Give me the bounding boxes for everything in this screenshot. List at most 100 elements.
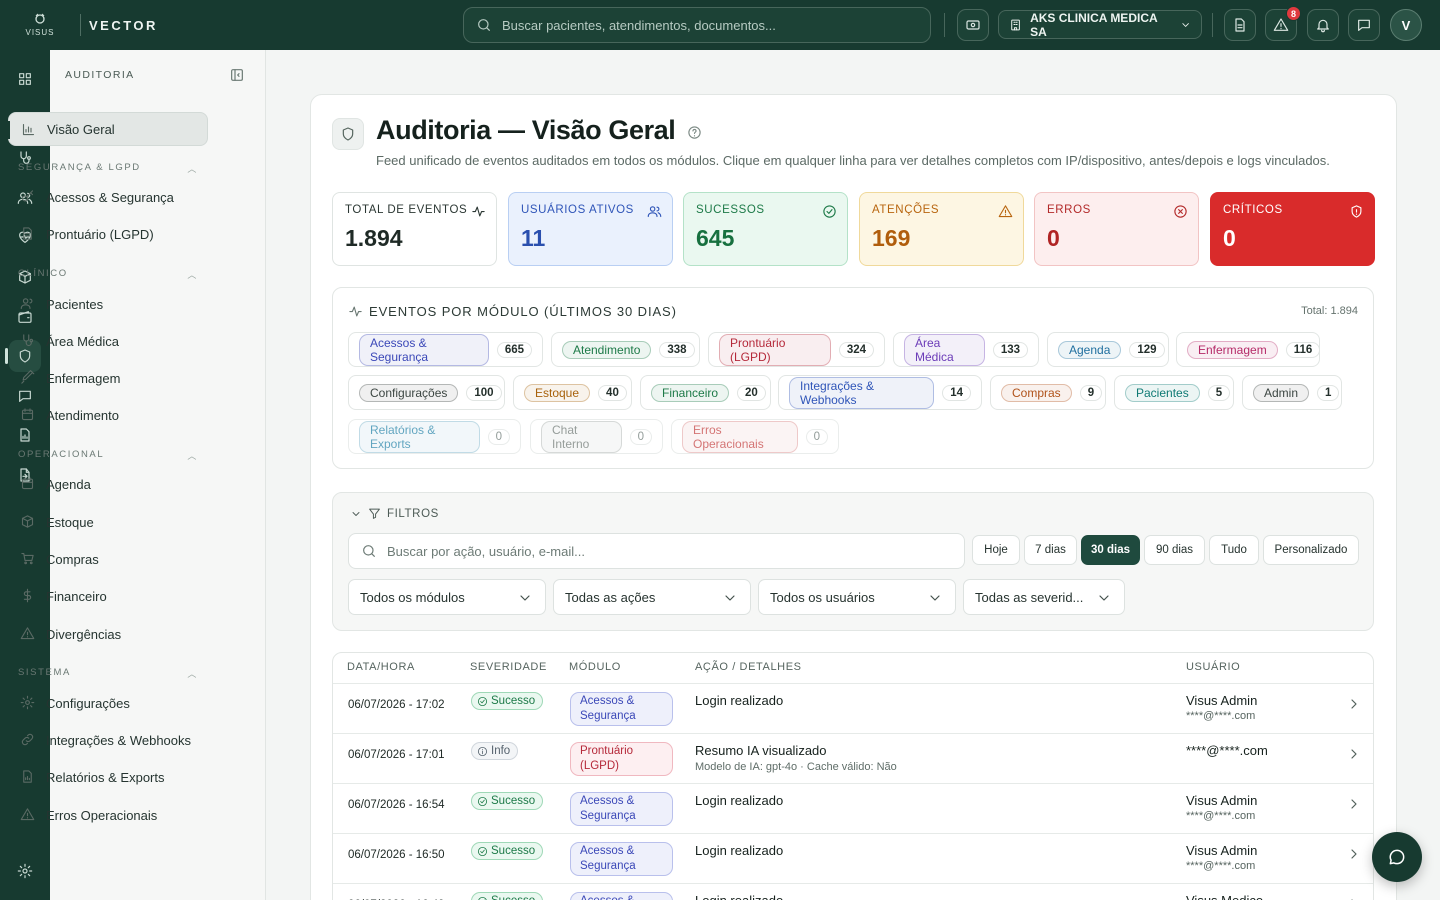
rail-dashboard[interactable] bbox=[9, 63, 41, 95]
module-chip[interactable]: Configurações 100 bbox=[348, 375, 505, 410]
sidebar-item-label: Área Médica bbox=[46, 333, 119, 349]
rail-settings[interactable] bbox=[9, 855, 41, 887]
dollar-icon bbox=[23, 588, 32, 603]
chevron-right-icon[interactable] bbox=[1346, 896, 1362, 900]
chevron-right-icon[interactable] bbox=[1346, 846, 1362, 862]
global-search[interactable] bbox=[463, 7, 931, 43]
module-chip[interactable]: Pacientes 5 bbox=[1114, 375, 1234, 410]
period-90-dias[interactable]: 90 dias bbox=[1144, 535, 1205, 565]
chevron-right-icon[interactable] bbox=[1346, 796, 1362, 812]
table-row[interactable]: 06/07/2026 - 16:54 Sucesso Acessos & Segur… bbox=[333, 783, 1373, 833]
user-avatar[interactable]: V bbox=[1390, 9, 1422, 41]
stat-value: 0 bbox=[1223, 225, 1236, 251]
module-chip[interactable]: Relatórios & Exports 0 bbox=[348, 419, 521, 454]
sidebar-item-atendimento[interactable]: Atendimento bbox=[8, 398, 208, 432]
module-chip[interactable]: Admin 1 bbox=[1242, 375, 1342, 410]
period-tudo[interactable]: Tudo bbox=[1209, 535, 1259, 565]
notifications-button[interactable] bbox=[1307, 9, 1339, 41]
select-value: Todas as ações bbox=[565, 589, 656, 605]
chat-fab-button[interactable] bbox=[1372, 832, 1422, 882]
action-select[interactable]: Todas as ações bbox=[553, 579, 751, 615]
sidebar-item-label: Prontuário (LGPD) bbox=[46, 226, 154, 242]
sidebar-item-configuracoes[interactable]: Configurações bbox=[8, 686, 208, 720]
table-row[interactable]: 06/07/2026 - 17:01 Info Prontuário (LGPD) R… bbox=[333, 733, 1373, 783]
filters-toggle[interactable]: FILTROS bbox=[350, 507, 439, 520]
sidebar-section-seguranca[interactable]: SEGURANÇA & LGPD ︿ bbox=[18, 162, 198, 175]
gear-icon bbox=[17, 863, 33, 879]
sidebar-item-pacientes[interactable]: Pacientes bbox=[8, 287, 208, 321]
period-personalizado[interactable]: Personalizado bbox=[1263, 535, 1359, 565]
user-select[interactable]: Todos os usuários bbox=[758, 579, 956, 615]
alerts-button[interactable]: 8 bbox=[1265, 6, 1301, 41]
col-acao[interactable]: AÇÃO / DETALHES bbox=[695, 661, 802, 673]
global-search-input[interactable] bbox=[502, 17, 902, 33]
module-select[interactable]: Todos os módulos bbox=[348, 579, 546, 615]
stat-erros[interactable]: ERROS 0 bbox=[1034, 192, 1199, 266]
sidebar-item-financeiro[interactable]: Financeiro bbox=[8, 579, 208, 613]
module-chip[interactable]: Compras 9 bbox=[990, 375, 1106, 410]
sidebar-item-erros-operacionais[interactable]: Erros Operacionais bbox=[8, 798, 208, 832]
col-modulo[interactable]: MÓDULO bbox=[569, 661, 621, 673]
table-row[interactable]: 06/07/2026 - 17:02 Sucesso Acessos & Segur… bbox=[333, 683, 1373, 733]
top-divider bbox=[944, 13, 945, 37]
table-row[interactable]: 06/07/2026 - 16:49SucessoAcessos & Segur… bbox=[333, 883, 1373, 900]
sidebar-item-relatorios[interactable]: Relatórios & Exports bbox=[8, 760, 208, 794]
sidebar-item-acessos[interactable]: Acessos & Segurança bbox=[8, 180, 208, 214]
col-severidade[interactable]: SEVERIDADE bbox=[470, 661, 547, 673]
module-chip[interactable]: Chat Interno 0 bbox=[530, 419, 663, 454]
chevron-right-icon[interactable] bbox=[1346, 696, 1362, 712]
sidebar-item-prontuario[interactable]: Prontuário (LGPD) bbox=[8, 217, 208, 251]
module-chip[interactable]: Agenda 129 bbox=[1047, 332, 1169, 367]
col-usuario[interactable]: USUÁRIO bbox=[1186, 661, 1240, 673]
sidebar-item-agenda[interactable]: Agenda bbox=[8, 467, 208, 501]
sidebar-section-sistema[interactable]: SISTEMA ︿ bbox=[18, 667, 198, 680]
help-icon[interactable] bbox=[687, 125, 702, 140]
events-search[interactable] bbox=[348, 533, 965, 569]
stat-label: ERROS bbox=[1047, 204, 1091, 216]
id-card-button[interactable] bbox=[957, 9, 989, 41]
stat-sucessos[interactable]: SUCESSOS 645 bbox=[683, 192, 848, 266]
documents-button[interactable] bbox=[1224, 9, 1256, 41]
sidebar-item-label: Divergências bbox=[46, 626, 122, 642]
events-search-input[interactable] bbox=[387, 543, 947, 559]
sidebar-item-compras[interactable]: Compras bbox=[8, 542, 208, 576]
check-circle-icon bbox=[823, 205, 836, 218]
sidebar-item-divergencias[interactable]: Divergências bbox=[8, 617, 208, 651]
messages-button[interactable] bbox=[1348, 9, 1380, 41]
stat-criticos[interactable]: CRÍTICOS 0 bbox=[1210, 192, 1375, 266]
row-user-email: ****@****.com bbox=[1186, 710, 1256, 722]
row-action: Login realizado bbox=[695, 693, 784, 708]
info-icon bbox=[477, 746, 488, 756]
visus-logo[interactable]: VISUS bbox=[0, 0, 80, 50]
activity-icon bbox=[349, 306, 362, 317]
module-chip[interactable]: Integrações & Webhooks 14 bbox=[778, 375, 982, 410]
sidebar-item-area-medica[interactable]: Área Médica bbox=[8, 324, 208, 358]
sidebar-section-clinico[interactable]: CLÍNICO ︿ bbox=[18, 268, 198, 281]
sidebar-section-operacional[interactable]: OPERACIONAL ︿ bbox=[18, 449, 198, 462]
period-hoje[interactable]: Hoje bbox=[972, 535, 1020, 565]
module-chip[interactable]: Acessos & Segurança 665 bbox=[348, 332, 543, 367]
stat-atencoes[interactable]: ATENÇÕES 169 bbox=[859, 192, 1024, 266]
period-30-dias[interactable]: 30 dias bbox=[1081, 535, 1140, 565]
module-chip[interactable]: Financeiro 20 bbox=[640, 375, 771, 410]
stat-total-eventos[interactable]: TOTAL DE EVENTOS 1.894 bbox=[332, 192, 497, 266]
period-7-dias[interactable]: 7 dias bbox=[1024, 535, 1077, 565]
collapse-sidebar-button[interactable] bbox=[229, 67, 245, 83]
sidebar-item-enfermagem[interactable]: Enfermagem bbox=[8, 361, 208, 395]
sidebar-item-visao-geral[interactable]: Visão Geral bbox=[8, 112, 208, 146]
page-title: Auditoria — Visão Geral bbox=[376, 115, 676, 145]
chevron-right-icon[interactable] bbox=[1346, 746, 1362, 762]
module-chip[interactable]: Erros Operacionais 0 bbox=[671, 419, 839, 454]
module-chip[interactable]: Estoque 40 bbox=[513, 375, 632, 410]
module-chip[interactable]: Enfermagem 116 bbox=[1176, 332, 1321, 367]
module-chip[interactable]: Área Médica 133 bbox=[893, 332, 1039, 367]
module-chip[interactable]: Prontuário (LGPD) 324 bbox=[708, 332, 885, 367]
col-datahora[interactable]: DATA/HORA bbox=[347, 661, 415, 673]
clinic-selector[interactable]: AKS CLINICA MEDICA SA bbox=[998, 10, 1202, 39]
table-row[interactable]: 06/07/2026 - 16:50 Sucesso Acessos & Segur… bbox=[333, 833, 1373, 883]
module-chip[interactable]: Atendimento 338 bbox=[551, 332, 700, 367]
sidebar-item-integracoes[interactable]: Integrações & Webhooks bbox=[8, 723, 208, 757]
stat-usuarios-ativos[interactable]: USUÁRIOS ATIVOS 11 bbox=[508, 192, 673, 266]
severity-select[interactable]: Todas as severid... bbox=[963, 579, 1125, 615]
sidebar-item-estoque[interactable]: Estoque bbox=[8, 505, 208, 539]
